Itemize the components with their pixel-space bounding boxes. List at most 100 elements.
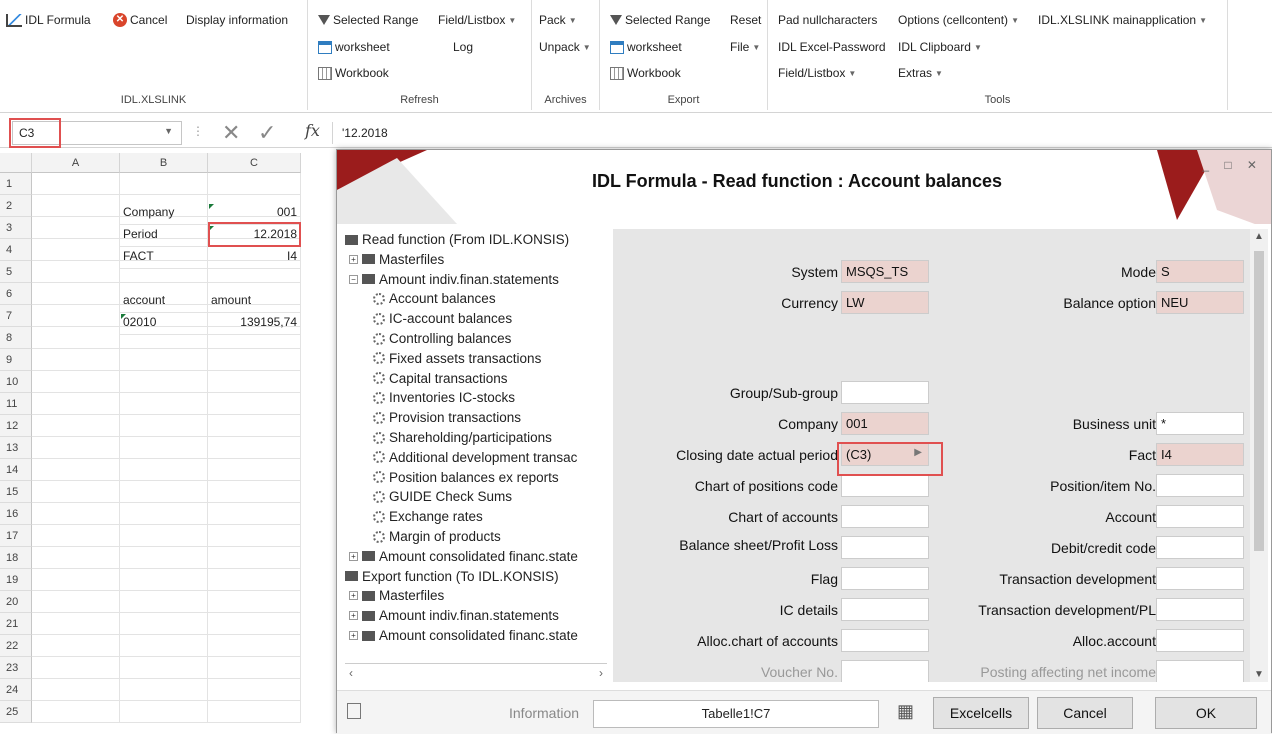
group-subgroup-field[interactable] — [841, 381, 929, 404]
column-header-a[interactable]: A — [32, 153, 120, 173]
grid-cell[interactable] — [120, 459, 208, 481]
balance-option-field[interactable]: NEU — [1156, 291, 1244, 314]
tree-item[interactable]: + Amount indiv.finan.statements — [349, 608, 559, 623]
grid-cell[interactable] — [120, 393, 208, 415]
tree-item[interactable]: IC-account balances — [373, 311, 512, 326]
business-unit-field[interactable]: * — [1156, 412, 1244, 435]
grid-cell[interactable] — [120, 569, 208, 591]
grid-cell[interactable] — [32, 525, 120, 547]
scroll-thumb[interactable] — [1254, 251, 1264, 551]
row-header[interactable]: 22 — [0, 635, 32, 657]
expand-icon[interactable]: + — [349, 254, 358, 264]
export-reset-button[interactable]: Reset — [730, 13, 761, 27]
row-header[interactable]: 21 — [0, 613, 32, 635]
grid-cell[interactable] — [208, 503, 301, 525]
transaction-dev-field[interactable] — [1156, 567, 1244, 590]
grid-cell[interactable] — [208, 459, 301, 481]
refresh-log-button[interactable]: Log — [453, 40, 473, 54]
ic-details-field[interactable] — [841, 598, 929, 621]
mainapplication-button[interactable]: IDL.XLSLINK mainapplication ▼ — [1038, 13, 1207, 27]
tree-item[interactable]: Fixed assets transactions — [373, 351, 541, 366]
refresh-selected-range-button[interactable]: Selected Range — [318, 13, 418, 27]
row-header[interactable]: 10 — [0, 371, 32, 393]
grid-cell[interactable] — [32, 327, 120, 349]
tree-item[interactable]: Export function (To IDL.KONSIS) — [345, 569, 559, 584]
row-header[interactable]: 2 — [0, 195, 32, 217]
grid-cell[interactable] — [120, 591, 208, 613]
cell-b7[interactable]: 02010 — [120, 313, 208, 335]
tree-item[interactable]: Inventories IC-stocks — [373, 390, 515, 405]
row-header[interactable]: 9 — [0, 349, 32, 371]
window-controls[interactable]: _ □ ✕ — [1202, 158, 1263, 172]
corner-select-all[interactable] — [0, 153, 32, 173]
company-field[interactable]: 001 — [841, 412, 929, 435]
system-field[interactable]: MSQS_TS — [841, 260, 929, 283]
row-header[interactable]: 24 — [0, 679, 32, 701]
grid-cell[interactable] — [120, 371, 208, 393]
export-workbook-button[interactable]: Workbook — [610, 66, 681, 80]
grid-cell[interactable] — [208, 591, 301, 613]
formula-input[interactable]: '12.2018 — [342, 126, 388, 140]
balance-sheet-field[interactable] — [841, 536, 929, 559]
display-information-button[interactable]: Display information — [186, 13, 288, 27]
tree-item[interactable]: + Amount consolidated financ.state — [349, 549, 578, 564]
grid-cell[interactable] — [32, 349, 120, 371]
grid-cell[interactable] — [32, 393, 120, 415]
grid-cell[interactable] — [208, 415, 301, 437]
pack-button[interactable]: Pack ▼ — [539, 13, 577, 27]
tree-item[interactable]: − Amount indiv.finan.statements — [349, 272, 559, 287]
account-field[interactable] — [1156, 505, 1244, 528]
grid-cell[interactable] — [208, 393, 301, 415]
grid-cell[interactable] — [32, 459, 120, 481]
row-header[interactable]: 20 — [0, 591, 32, 613]
tree-item[interactable]: Margin of products — [373, 529, 501, 544]
grid-cell[interactable] — [120, 679, 208, 701]
grid-cell[interactable] — [208, 701, 301, 723]
grid-cell[interactable] — [32, 635, 120, 657]
grid-cell[interactable] — [208, 349, 301, 371]
row-header[interactable]: 19 — [0, 569, 32, 591]
grid-cell[interactable] — [208, 547, 301, 569]
excelcells-button[interactable]: Excelcells — [933, 697, 1029, 729]
cell-b4[interactable]: FACT — [120, 247, 208, 269]
insert-function-icon[interactable]: fx — [305, 121, 320, 140]
grid-cell[interactable] — [120, 481, 208, 503]
currency-field[interactable]: LW — [841, 291, 929, 314]
grid-cell[interactable] — [120, 701, 208, 723]
scroll-right-icon[interactable]: › — [599, 666, 603, 680]
grid-cell[interactable] — [120, 635, 208, 657]
cell-b3[interactable]: Period — [120, 225, 208, 247]
cell-c4[interactable]: I4 — [208, 247, 301, 269]
grid-cell[interactable] — [208, 635, 301, 657]
grid-cell[interactable] — [208, 371, 301, 393]
excel-password-button[interactable]: IDL Excel-Password — [778, 40, 886, 54]
mode-field[interactable]: S — [1156, 260, 1244, 283]
grid-cell[interactable] — [32, 437, 120, 459]
row-header[interactable]: 8 — [0, 327, 32, 349]
tree-item[interactable]: + Amount consolidated financ.state — [349, 628, 578, 643]
grid-cell[interactable] — [32, 503, 120, 525]
tree-item[interactable]: + Masterfiles — [349, 588, 444, 603]
grid-cell[interactable] — [32, 569, 120, 591]
row-header[interactable]: 1 — [0, 173, 32, 195]
tree-horizontal-scrollbar[interactable]: ‹ › — [345, 663, 607, 683]
export-worksheet-button[interactable]: worksheet — [610, 40, 682, 54]
scroll-left-icon[interactable]: ‹ — [349, 666, 353, 680]
grid-cell[interactable] — [32, 195, 120, 217]
tree-item[interactable]: Controlling balances — [373, 331, 511, 346]
chart-positions-field[interactable] — [841, 474, 929, 497]
column-header-c[interactable]: C — [208, 153, 301, 173]
grid-cell[interactable] — [32, 217, 120, 239]
debit-credit-field[interactable] — [1156, 536, 1244, 559]
expand-icon[interactable]: + — [349, 591, 358, 601]
row-header[interactable]: 23 — [0, 657, 32, 679]
grid-cell[interactable] — [32, 679, 120, 701]
row-header[interactable]: 13 — [0, 437, 32, 459]
grid-cell[interactable] — [120, 173, 208, 195]
row-header[interactable]: 15 — [0, 481, 32, 503]
tree-item[interactable]: + Masterfiles — [349, 252, 444, 267]
tree-item[interactable]: Exchange rates — [373, 509, 483, 524]
scroll-down-icon[interactable]: ▼ — [1254, 669, 1264, 680]
tree-item[interactable]: Read function (From IDL.KONSIS) — [345, 232, 569, 247]
tree-item[interactable]: Provision transactions — [373, 410, 521, 425]
